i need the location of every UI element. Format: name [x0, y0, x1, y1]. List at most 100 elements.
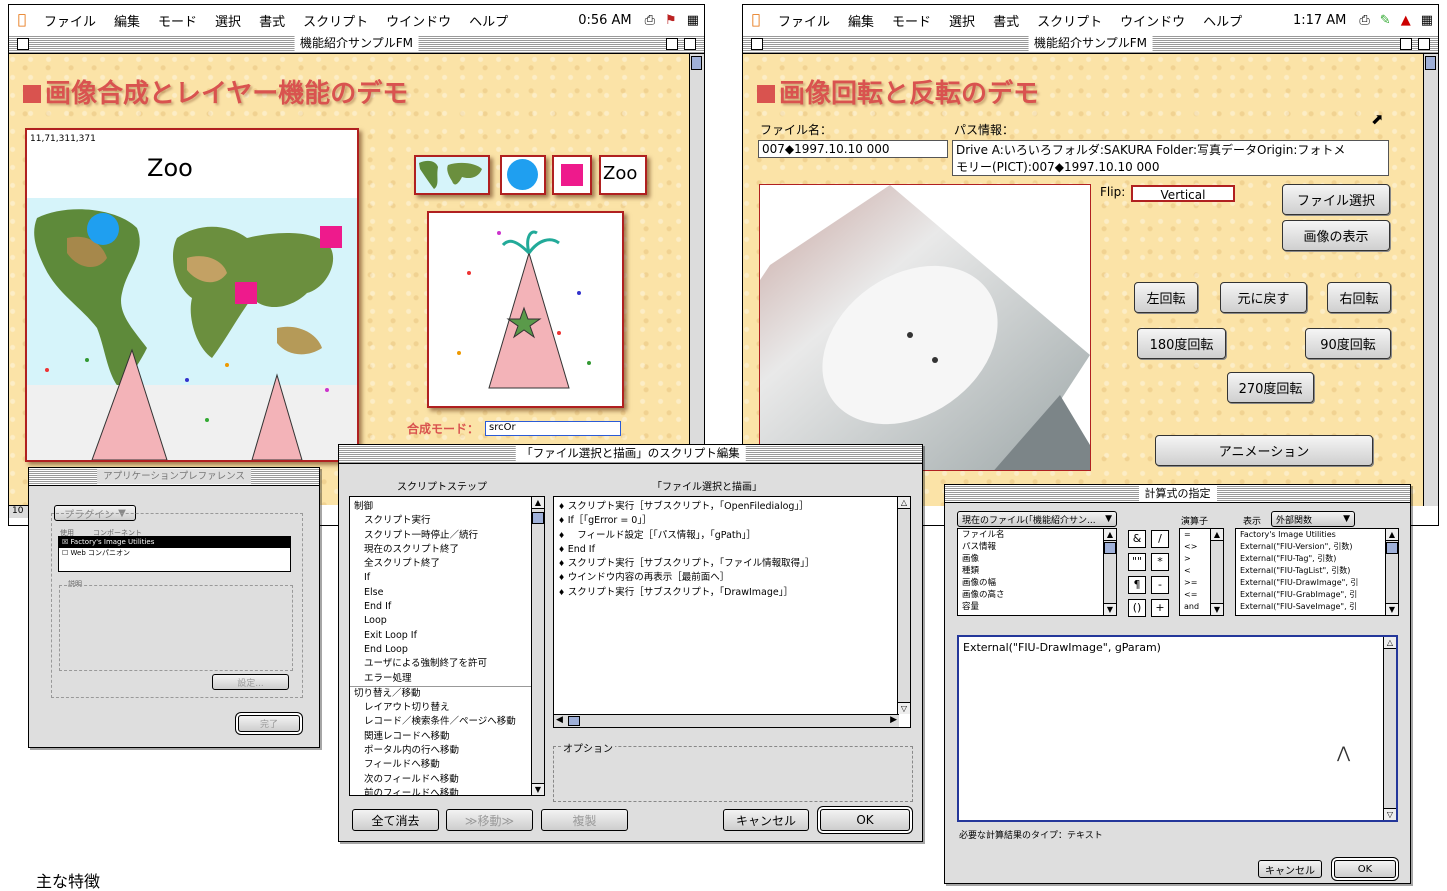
menu-edit[interactable]: 編集	[848, 11, 874, 30]
script-step-item[interactable]: 関連レコードへ移動	[350, 730, 544, 744]
scroll-down-icon[interactable]: ▼	[532, 783, 544, 795]
step-category[interactable]: 制御	[350, 500, 544, 514]
scroll-up-icon[interactable]: ▲	[1386, 529, 1398, 541]
pink-square-layer-1[interactable]	[320, 226, 342, 248]
operator-list[interactable]: = <> > < >= <= and ▲ ▼	[1179, 528, 1224, 616]
formula-editor[interactable]: External("FIU-DrawImage", gParam) ⋀ △ ▽	[957, 635, 1398, 822]
scroll-right-icon[interactable]: ▶	[890, 715, 897, 725]
rotate-90-button[interactable]: 90度回転	[1305, 328, 1391, 359]
menu-edit[interactable]: 編集	[114, 11, 140, 30]
checkbox-checked-icon[interactable]: ☒	[62, 538, 68, 546]
printer-icon[interactable]: ⎙	[1359, 13, 1369, 28]
menu-help[interactable]: ヘルプ	[1203, 11, 1242, 30]
dialog-title-bar[interactable]: アプリケーションプレファレンス	[29, 468, 319, 486]
apple-menu-icon[interactable]: 	[9, 12, 35, 28]
close-box[interactable]	[17, 38, 29, 50]
checkbox-icon[interactable]: ☐	[62, 549, 68, 557]
scroll-up-icon[interactable]: ▲	[532, 497, 544, 509]
drag-handle-icon[interactable]: ♦	[558, 531, 568, 540]
window-scrollbar[interactable]	[1423, 54, 1438, 506]
menu-script[interactable]: スクリプト	[303, 11, 368, 30]
script-step-item[interactable]: Else	[350, 586, 544, 600]
menu-mode[interactable]: モード	[892, 11, 931, 30]
drag-handle-icon[interactable]: ♦	[558, 502, 568, 511]
script-step-item[interactable]: 次のフィールドへ移動	[350, 773, 544, 787]
script-step-item[interactable]: レイアウト切り替え	[350, 701, 544, 715]
flip-field[interactable]: Vertical	[1131, 185, 1235, 202]
script-step-item[interactable]: エラー処理	[350, 672, 544, 686]
show-image-button[interactable]: 画像の表示	[1282, 220, 1390, 251]
clear-all-button[interactable]: 全て消去	[352, 809, 439, 831]
plugin-item-web[interactable]: ☐ Web コンパニオン	[59, 548, 290, 559]
script-step-item[interactable]: Exit Loop If	[350, 629, 544, 643]
zoom-level[interactable]: 10	[12, 506, 23, 516]
scroll-up-icon[interactable]: △	[898, 497, 910, 509]
drag-handle-icon[interactable]: ♦	[558, 573, 568, 582]
layer-thumb-circle[interactable]	[500, 155, 546, 195]
operator-plus-button[interactable]: +	[1151, 599, 1169, 617]
scroll-down-icon[interactable]: ▽	[1384, 808, 1396, 820]
field-list-item[interactable]: 容量	[958, 601, 1116, 613]
operator-scrollbar[interactable]: ▲ ▼	[1210, 529, 1223, 615]
field-list-item[interactable]: 種類	[958, 565, 1116, 577]
script-step-item[interactable]: フィールドへ移動	[350, 758, 544, 772]
script-step-item[interactable]: ユーザによる強制終了を許可	[350, 657, 544, 671]
menu-window[interactable]: ウインドウ	[1120, 11, 1185, 30]
script-step-item[interactable]: スクリプト一時停止／続行	[350, 529, 544, 543]
step-category[interactable]: 切り替え／移動	[350, 685, 544, 701]
field-list-item[interactable]: 画像	[958, 553, 1116, 565]
ok-button[interactable]: OK	[820, 809, 910, 831]
script-step-item[interactable]: 前のフィールドへ移動	[350, 787, 544, 795]
script-line[interactable]: ♦ スクリプト実行［サブスクリプト，「DrawImage」］	[554, 586, 910, 600]
layer-thumb-map[interactable]	[414, 155, 490, 195]
script-line[interactable]: ♦ スクリプト実行［サブスクリプト，「ファイル情報取得」］	[554, 557, 910, 571]
layer-preview-image[interactable]	[427, 211, 624, 408]
menu-clock[interactable]: 0:56 AM	[578, 13, 631, 28]
zoom-box[interactable]	[666, 38, 678, 50]
script-step-item[interactable]: End If	[350, 600, 544, 614]
pencil-icon[interactable]: ✎	[1380, 13, 1391, 28]
layer-thumb-square[interactable]	[552, 155, 592, 195]
steps-scroll-thumb[interactable]	[532, 512, 544, 524]
duplicate-button[interactable]: 複製	[541, 809, 628, 831]
function-list-item[interactable]: External("FIU-GrabImage", 引	[1236, 589, 1398, 601]
menu-format[interactable]: 書式	[993, 11, 1019, 30]
script-step-item[interactable]: End Loop	[350, 643, 544, 657]
acrobat-icon[interactable]: ▲	[1401, 13, 1411, 28]
menu-select[interactable]: 選択	[949, 11, 975, 30]
collapse-box[interactable]	[684, 38, 696, 50]
script-step-item[interactable]: ポータル内の行へ移動	[350, 744, 544, 758]
formula-scrollbar[interactable]: △ ▽	[1383, 637, 1396, 820]
scroll-down-icon[interactable]: ▼	[1211, 603, 1223, 615]
blue-circle-layer[interactable]	[87, 213, 119, 245]
function-list-item[interactable]: External("FIU-Tag", 引数)	[1236, 553, 1398, 565]
steps-scrollbar[interactable]: ▲ ▼	[531, 497, 544, 795]
menu-mode[interactable]: モード	[158, 11, 197, 30]
settings-button[interactable]: 設定...	[212, 674, 289, 690]
lines-scrollbar[interactable]: △ ▽	[897, 497, 910, 714]
script-line[interactable]: ♦ フィールド設定［「パス情報」，「gPath」］	[554, 529, 910, 543]
dialog-title-bar[interactable]: 「ファイル選択と描画」のスクリプト編集	[339, 445, 922, 464]
path-field[interactable]: Drive A:いろいろフォルダ:SAKURA Folder:写真データOrig…	[952, 140, 1389, 176]
script-step-item[interactable]: 全スクリプト終了	[350, 557, 544, 571]
rotate-right-button[interactable]: 右回転	[1327, 282, 1391, 313]
scroll-up-icon[interactable]: ▲	[1104, 529, 1116, 541]
calc-cancel-button[interactable]: キャンセル	[1258, 860, 1322, 878]
operator-paren-button[interactable]: ()	[1128, 599, 1146, 617]
function-popup[interactable]: 外部関数 ▼	[1271, 511, 1355, 527]
field-list-item[interactable]: ファイル名	[958, 529, 1116, 541]
function-list-item[interactable]: External("FIU-DrawImage", 引	[1236, 577, 1398, 589]
scroll-up-icon[interactable]: ▲	[1211, 529, 1223, 541]
field-scroll-thumb[interactable]	[1104, 542, 1116, 554]
script-line[interactable]: ♦ End If	[554, 543, 910, 557]
drag-handle-icon[interactable]: ♦	[558, 545, 568, 554]
scroll-thumb[interactable]	[691, 56, 702, 70]
window-title-bar[interactable]: 機能紹介サンプルFM	[9, 35, 704, 54]
menu-window[interactable]: ウインドウ	[386, 11, 451, 30]
function-list[interactable]: Factory's Image Utilities External("FIU-V…	[1235, 528, 1399, 616]
animation-button[interactable]: アニメーション	[1155, 435, 1373, 466]
rotate-left-button[interactable]: 左回転	[1134, 282, 1198, 313]
scroll-up-icon[interactable]: △	[1384, 637, 1396, 649]
menu-format[interactable]: 書式	[259, 11, 285, 30]
window-title-bar[interactable]: 機能紹介サンプルFM	[743, 35, 1438, 54]
